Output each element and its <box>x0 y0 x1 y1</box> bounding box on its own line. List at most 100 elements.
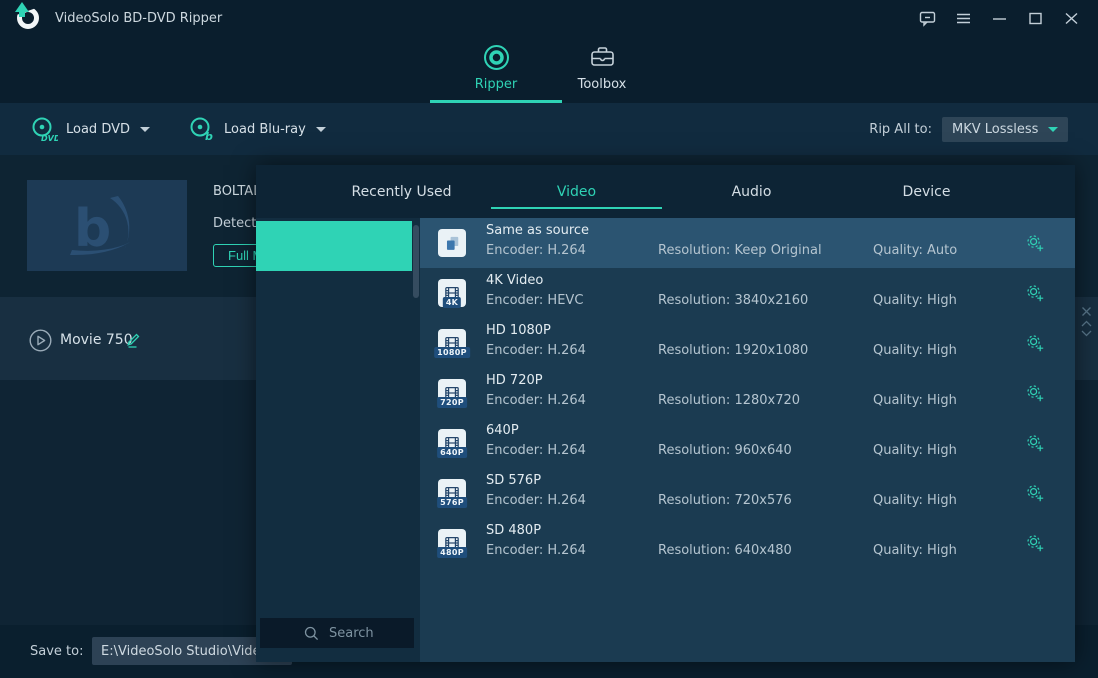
profile-quality: Quality: High <box>873 393 957 408</box>
format-item[interactable] <box>256 221 412 271</box>
profile-settings-gear-icon[interactable] <box>1025 383 1045 403</box>
tab-ripper-label: Ripper <box>475 77 518 92</box>
profile-quality: Quality: High <box>873 443 957 458</box>
chevron-down-icon <box>316 127 326 132</box>
profile-row[interactable]: 576P SD 576P Encoder: H.264 Resolution: … <box>420 468 1075 518</box>
format-item[interactable] <box>256 521 412 571</box>
profile-resolution: Resolution: 1920x1080 <box>658 343 808 358</box>
edit-title-icon[interactable] <box>125 331 142 348</box>
load-bluray-button[interactable]: b Load Blu-ray <box>188 116 326 142</box>
profile-encoder: Encoder: H.264 <box>486 343 586 358</box>
svg-text:DVD: DVD <box>41 134 58 142</box>
profile-name: HD 1080P <box>486 323 551 338</box>
tab-toolbox-label: Toolbox <box>578 77 627 92</box>
tab-toolbox[interactable]: Toolbox <box>549 36 655 103</box>
profile-settings-gear-icon[interactable] <box>1025 233 1045 253</box>
profile-quality: Quality: High <box>873 543 957 558</box>
rip-all-to-value: MKV Lossless <box>952 122 1046 137</box>
search-input[interactable] <box>329 626 409 641</box>
menu-icon[interactable] <box>955 10 972 27</box>
profile-quality: Quality: High <box>873 493 957 508</box>
profile-row[interactable]: 4K 4K Video Encoder: HEVC Resolution: 38… <box>420 268 1075 318</box>
close-button[interactable] <box>1063 10 1080 27</box>
rip-all-to-select[interactable]: MKV Lossless <box>942 117 1068 142</box>
load-dvd-button[interactable]: DVD Load DVD <box>30 116 150 142</box>
resolution-badge: 720P <box>437 397 467 408</box>
disc-thumbnail[interactable]: b <box>27 180 187 271</box>
resolution-badge: 576P <box>437 497 467 508</box>
tab-audio[interactable]: Audio <box>664 165 839 218</box>
profile-settings-gear-icon[interactable] <box>1025 433 1045 453</box>
profile-settings-gear-icon[interactable] <box>1025 483 1045 503</box>
profile-encoder: Encoder: H.264 <box>486 243 586 258</box>
format-item[interactable] <box>256 321 412 371</box>
profile-encoder: Encoder: H.264 <box>486 543 586 558</box>
main-nav: Ripper Toolbox <box>0 36 1098 103</box>
profile-name: 640P <box>486 423 519 438</box>
profile-icon <box>438 229 466 257</box>
profile-encoder: Encoder: H.264 <box>486 443 586 458</box>
chevron-down-icon <box>1048 127 1058 132</box>
rip-all-to-label: Rip All to: <box>869 122 932 137</box>
format-item[interactable] <box>256 371 412 421</box>
profile-resolution: Resolution: 960x640 <box>658 443 792 458</box>
format-panel-tabs: Recently Used Video Audio Device <box>256 165 1075 218</box>
profile-row[interactable]: 1080P HD 1080P Encoder: H.264 Resolution… <box>420 318 1075 368</box>
minimize-button[interactable] <box>991 10 1008 27</box>
format-item[interactable] <box>256 571 412 621</box>
profile-list: Same as source Encoder: H.264 Resolution… <box>420 218 1075 662</box>
profile-resolution: Resolution: 640x480 <box>658 543 792 558</box>
profile-settings-gear-icon[interactable] <box>1025 283 1045 303</box>
profile-row[interactable]: 480P SD 480P Encoder: H.264 Resolution: … <box>420 518 1075 568</box>
toolbar: DVD Load DVD b Load Blu-ray Rip All to: … <box>0 103 1098 155</box>
profile-name: SD 576P <box>486 473 541 488</box>
profile-quality: Quality: High <box>873 293 957 308</box>
copy-icon <box>444 235 461 252</box>
profile-quality: Quality: High <box>873 343 957 358</box>
maximize-button[interactable] <box>1027 10 1044 27</box>
app-logo-icon <box>15 4 43 32</box>
chevron-down-icon[interactable] <box>1080 329 1093 338</box>
profile-encoder: Encoder: HEVC <box>486 293 583 308</box>
resolution-badge: 1080P <box>434 347 470 358</box>
profile-name: HD 720P <box>486 373 543 388</box>
profile-icon: 640P <box>438 429 466 457</box>
tab-video[interactable]: Video <box>489 165 664 218</box>
profile-icon: 4K <box>438 279 466 307</box>
tab-recently-used[interactable]: Recently Used <box>314 165 489 218</box>
profile-settings-gear-icon[interactable] <box>1025 533 1045 553</box>
profile-settings-gear-icon[interactable] <box>1025 333 1045 353</box>
load-bluray-label: Load Blu-ray <box>224 122 306 137</box>
chevron-up-icon[interactable] <box>1080 319 1093 328</box>
movie-title: Movie 750 <box>60 332 133 348</box>
profile-row[interactable]: 720P HD 720P Encoder: H.264 Resolution: … <box>420 368 1075 418</box>
format-item[interactable] <box>256 271 412 321</box>
app-window: VideoSolo BD-DVD Ripper <box>0 0 1098 678</box>
profile-row[interactable]: 640P 640P Encoder: H.264 Resolution: 960… <box>420 418 1075 468</box>
format-scrollbar[interactable] <box>413 225 419 298</box>
feedback-icon[interactable] <box>919 10 936 27</box>
format-item[interactable] <box>256 421 412 471</box>
profile-encoder: Encoder: H.264 <box>486 493 586 508</box>
profile-resolution: Resolution: 3840x2160 <box>658 293 808 308</box>
search-box[interactable] <box>260 618 414 648</box>
tab-ripper[interactable]: Ripper <box>443 36 549 103</box>
profile-name: Same as source <box>486 223 589 238</box>
profile-icon: 1080P <box>438 329 466 357</box>
save-to-label: Save to: <box>30 644 83 659</box>
play-icon[interactable] <box>29 329 51 351</box>
chevron-down-icon <box>140 127 150 132</box>
close-panel-icon[interactable] <box>1080 305 1093 318</box>
profile-resolution: Resolution: 1280x720 <box>658 393 800 408</box>
profile-icon: 720P <box>438 379 466 407</box>
format-list <box>256 218 420 662</box>
format-item[interactable] <box>256 471 412 521</box>
bluray-disc-icon: b <box>188 116 216 142</box>
toolbox-icon <box>589 44 616 71</box>
profile-encoder: Encoder: H.264 <box>486 393 586 408</box>
profile-row[interactable]: Same as source Encoder: H.264 Resolution… <box>420 218 1075 268</box>
resolution-badge: 480P <box>437 547 467 558</box>
profile-name: SD 480P <box>486 523 541 538</box>
tab-device[interactable]: Device <box>839 165 1014 218</box>
load-dvd-label: Load DVD <box>66 122 130 137</box>
